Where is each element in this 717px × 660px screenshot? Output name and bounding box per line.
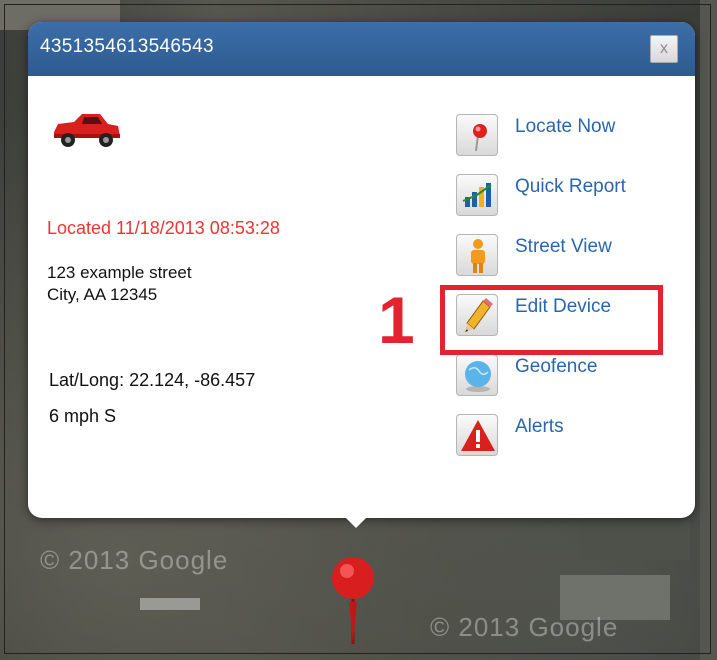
map-road xyxy=(140,598,200,610)
device-id-title: 4351354613546543 xyxy=(40,36,214,57)
map-watermark: © 2013 Google xyxy=(40,545,229,575)
device-info-popup: 4351354613546543 x Located 11/18/2013 08… xyxy=(28,22,695,528)
popup-header: 4351354613546543 x xyxy=(28,22,695,76)
action-geofence[interactable]: Geofence xyxy=(456,354,676,398)
report-chart-icon[interactable] xyxy=(456,174,498,216)
speed-heading: 6 mph S xyxy=(49,406,117,426)
street-view-link[interactable]: Street View xyxy=(515,236,612,258)
located-timestamp: Located 11/18/2013 08:53:28 xyxy=(47,218,280,238)
step-number-annotation: 1 xyxy=(378,283,415,357)
popup-pointer xyxy=(344,516,368,528)
geofence-link[interactable]: Geofence xyxy=(515,356,597,378)
action-quick-report[interactable]: Quick Report xyxy=(456,174,676,218)
lat-long-value: 22.124, -86.457 xyxy=(129,370,256,390)
pegman-icon[interactable] xyxy=(456,234,498,276)
action-locate-now[interactable]: Locate Now xyxy=(456,114,676,158)
close-button[interactable]: x xyxy=(650,35,678,63)
edit-device-highlight-box xyxy=(440,285,663,355)
map-watermark: © 2013 Google xyxy=(430,612,619,642)
address: 123 example street City, AA 12345 xyxy=(47,262,192,306)
action-alerts[interactable]: Alerts xyxy=(456,414,676,458)
map-roof xyxy=(700,0,717,660)
alerts-link[interactable]: Alerts xyxy=(515,416,564,438)
lat-long: Lat/Long: 22.124, -86.457 xyxy=(49,370,255,391)
map-road xyxy=(580,520,690,560)
pin-icon[interactable] xyxy=(456,114,498,156)
address-line-2: City, AA 12345 xyxy=(47,285,158,304)
map-marker-icon[interactable] xyxy=(330,552,376,653)
warning-icon[interactable] xyxy=(456,414,498,456)
globe-icon[interactable] xyxy=(456,354,498,396)
car-icon xyxy=(52,110,122,155)
locate-now-link[interactable]: Locate Now xyxy=(515,116,615,138)
lat-long-label: Lat/Long: xyxy=(49,370,125,390)
quick-report-link[interactable]: Quick Report xyxy=(515,176,626,198)
action-street-view[interactable]: Street View xyxy=(456,234,676,278)
address-line-1: 123 example street xyxy=(47,263,192,282)
